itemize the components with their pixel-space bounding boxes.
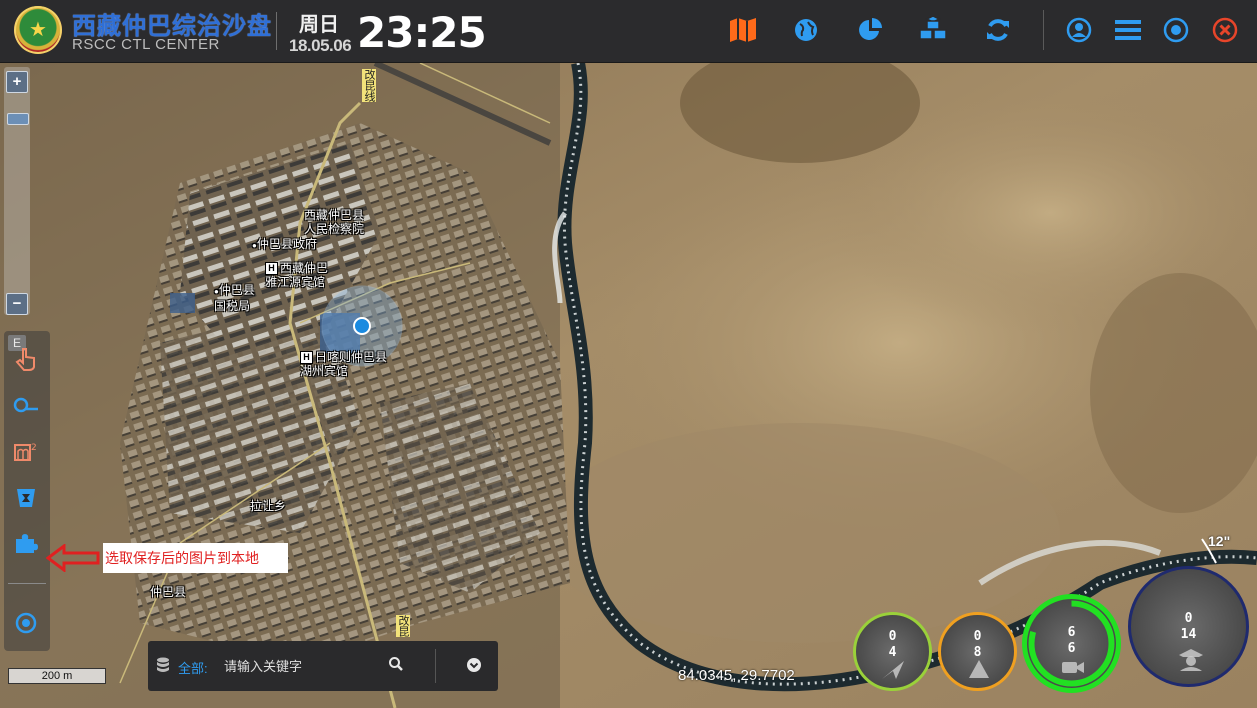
poi-procuratorate[interactable]: 西藏仲巴县人民检察院 xyxy=(304,208,366,236)
gauge-bottom-value: 4 xyxy=(888,645,897,660)
svg-text:2: 2 xyxy=(31,443,37,453)
search-icon[interactable] xyxy=(388,656,404,677)
cubes-icon[interactable] xyxy=(918,15,948,45)
warning-icon xyxy=(969,660,989,678)
poi-label: 仲巴县国税局 xyxy=(214,283,255,313)
menu-icon[interactable] xyxy=(1113,15,1143,45)
gauge-bottom-value: 14 xyxy=(1180,627,1197,642)
navigation-arrow-icon xyxy=(882,661,904,679)
poi-hotel-yajiangyuan[interactable]: H 西藏仲巴雅江源宾馆 xyxy=(265,261,337,289)
poi-label: 仲巴县政府 xyxy=(256,237,317,251)
gauge-camera[interactable]: 6 6 xyxy=(1022,594,1121,693)
tool-panel: E 2 xyxy=(4,331,50,651)
header-divider xyxy=(276,12,277,50)
gauge-top-value: 0 xyxy=(888,629,897,644)
hand-pointer-icon[interactable] xyxy=(12,345,40,373)
map-icon[interactable] xyxy=(728,15,758,45)
scale-bar: 200 m xyxy=(8,668,106,684)
zoom-slider-thumb[interactable] xyxy=(7,113,29,125)
place-label: 拉让乡 xyxy=(250,499,287,513)
road-label: 改昆线 xyxy=(362,69,376,102)
clock: 23:25 xyxy=(357,8,487,57)
camera-icon xyxy=(1062,662,1084,673)
satellite-map[interactable]: 改昆线 改昆 西藏仲巴县人民检察院 ●仲巴县政府 H 西藏仲巴雅江源宾馆 ●仲巴县… xyxy=(0,63,1257,708)
zoom-control: + − xyxy=(4,67,30,315)
refresh-icon[interactable] xyxy=(983,15,1013,45)
gauge-warning[interactable]: 0 8 xyxy=(938,612,1017,691)
trash-icon[interactable] xyxy=(12,483,40,511)
pie-chart-icon[interactable] xyxy=(855,15,885,45)
poi-county-government[interactable]: ●仲巴县政府 xyxy=(252,237,317,253)
close-icon[interactable] xyxy=(1210,15,1240,45)
poi-tax-bureau[interactable]: ●仲巴县国税局 xyxy=(214,283,266,313)
gauge-bottom-value: 8 xyxy=(973,645,982,660)
road-label: 改昆 xyxy=(396,615,410,637)
poi-label: 日喀则仲巴县湖州宾馆 xyxy=(300,350,388,379)
compass-arc-icon xyxy=(1201,538,1217,564)
top-bar: 西藏仲巴综治沙盘 RSCC CTL CENTER 周日 18.05.06 23:… xyxy=(0,0,1257,63)
measure-area-icon[interactable]: 2 xyxy=(12,437,40,465)
search-divider xyxy=(435,649,436,683)
search-bar: 全部: xyxy=(148,641,498,691)
gauge-top-value: 6 xyxy=(1067,625,1076,640)
gauge-arrow[interactable]: 0 4 xyxy=(853,612,932,691)
poi-hotel-huzhou[interactable]: H 日喀则仲巴县湖州宾馆 xyxy=(300,350,392,378)
search-category[interactable]: 全部: xyxy=(178,658,208,677)
weekday: 周日 xyxy=(299,14,339,36)
header-divider xyxy=(1043,10,1044,50)
tool-divider xyxy=(8,583,46,584)
database-icon xyxy=(156,657,170,680)
target-icon[interactable] xyxy=(1161,15,1191,45)
arrow-left-icon xyxy=(46,544,100,572)
coordinates-readout: 84.0345, 29.7702 xyxy=(678,667,795,684)
chevron-down-icon[interactable] xyxy=(466,657,482,678)
gauge-police[interactable]: 0 14 xyxy=(1128,566,1249,687)
globe-icon[interactable] xyxy=(791,15,821,45)
annotation-note: 选取保存后的图片到本地 xyxy=(103,543,288,573)
user-icon[interactable] xyxy=(1064,15,1094,45)
date: 18.05.06 xyxy=(289,36,352,55)
locate-icon[interactable] xyxy=(12,609,40,637)
place-label: 仲巴县 xyxy=(150,585,187,599)
police-officer-icon xyxy=(1179,649,1203,671)
puzzle-icon[interactable] xyxy=(12,529,40,557)
app-subtitle: RSCC CTL CENTER xyxy=(72,36,220,53)
measure-distance-icon[interactable] xyxy=(12,391,40,419)
zoom-in-button[interactable]: + xyxy=(6,71,28,93)
gauge-bottom-value: 6 xyxy=(1067,641,1076,656)
emblem-logo xyxy=(14,6,62,54)
gauge-top-value: 0 xyxy=(1184,611,1193,626)
zoom-out-button[interactable]: − xyxy=(6,293,28,315)
hotel-icon: H xyxy=(265,262,278,276)
search-input[interactable] xyxy=(222,653,376,679)
gauge-top-value: 0 xyxy=(973,629,982,644)
hotel-icon: H xyxy=(300,351,313,365)
